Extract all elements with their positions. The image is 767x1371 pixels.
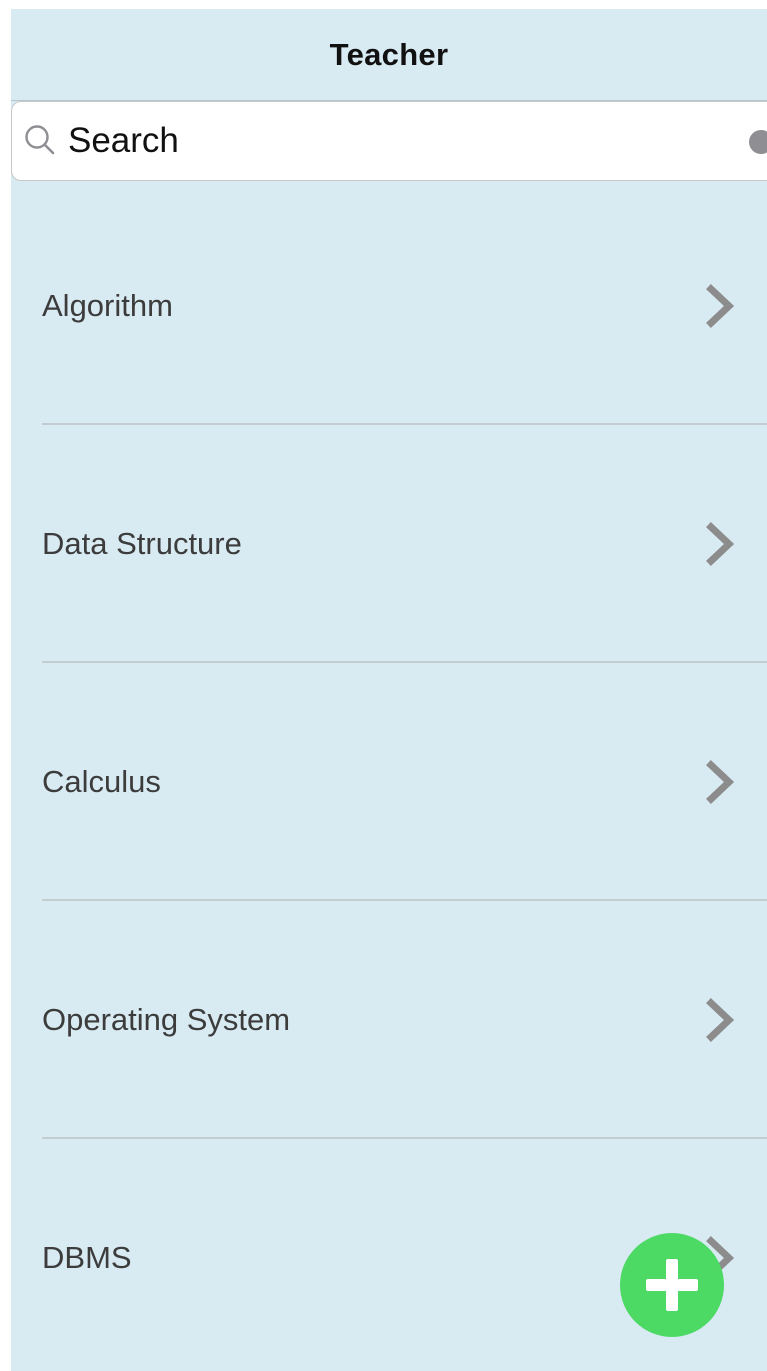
chevron-right-icon xyxy=(706,998,735,1042)
list-item-label: Data Structure xyxy=(42,526,242,561)
clear-icon[interactable] xyxy=(749,130,767,154)
chevron-right-icon xyxy=(706,284,735,328)
chevron-right-icon xyxy=(706,760,735,804)
list-item-label: Calculus xyxy=(42,764,161,799)
list-item-operating-system[interactable]: Operating System xyxy=(11,901,767,1139)
list-item-algorithm[interactable]: Algorithm xyxy=(11,187,767,425)
teacher-screen: Teacher Algorithm Data Structure Calculu… xyxy=(11,9,767,1371)
list-item-data-structure[interactable]: Data Structure xyxy=(11,425,767,663)
add-course-button[interactable] xyxy=(620,1233,724,1337)
list-item-label: Operating System xyxy=(42,1002,291,1037)
search-bar[interactable] xyxy=(11,101,767,181)
chevron-right-icon xyxy=(706,522,735,566)
list-item-label: DBMS xyxy=(42,1240,132,1275)
list-item-label: Algorithm xyxy=(42,288,173,323)
search-icon xyxy=(25,125,55,155)
navigation-bar: Teacher xyxy=(11,9,767,101)
list-item-calculus[interactable]: Calculus xyxy=(11,663,767,901)
search-input[interactable] xyxy=(68,116,708,166)
page-title: Teacher xyxy=(329,37,449,72)
plus-icon xyxy=(646,1259,698,1311)
